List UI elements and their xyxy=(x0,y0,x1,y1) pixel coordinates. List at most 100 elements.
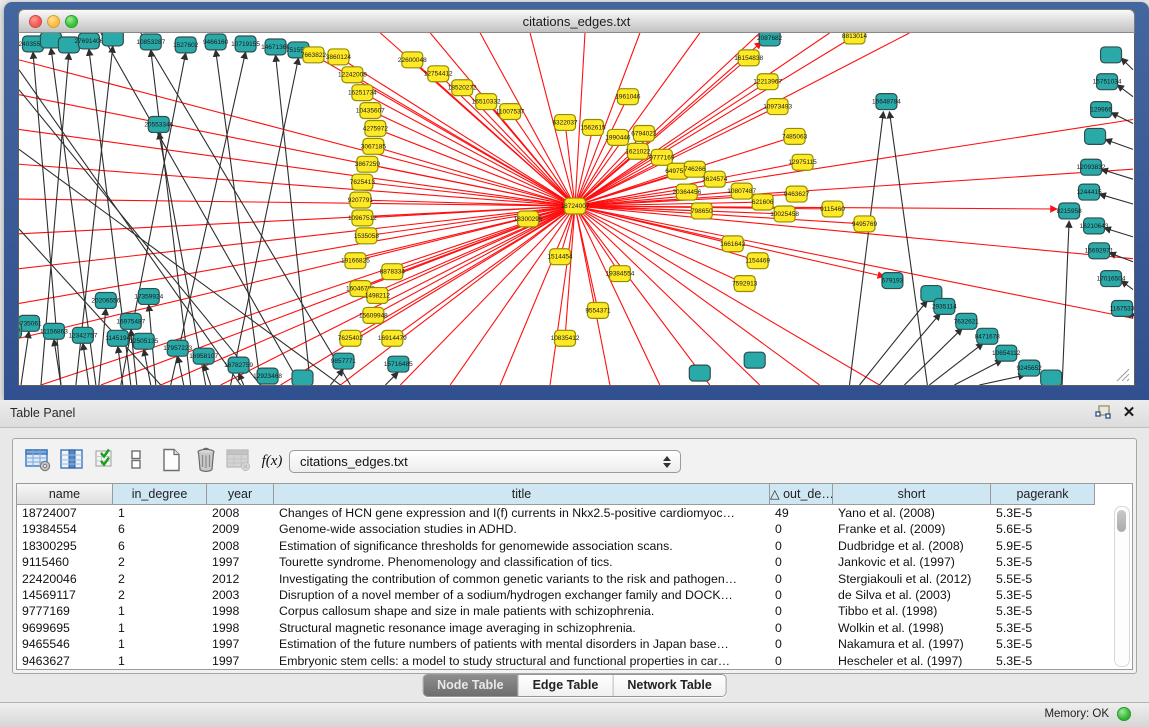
graph-node[interactable]: 20553346 xyxy=(144,117,173,133)
column-visibility-button[interactable] xyxy=(57,446,87,476)
graph-node[interactable]: 19166825 xyxy=(341,253,370,269)
table-settings-button[interactable] xyxy=(23,446,53,476)
graph-node[interactable]: 18300295 xyxy=(514,211,543,227)
graph-node[interactable]: 12975115 xyxy=(788,154,817,170)
graph-node[interactable]: 10973493 xyxy=(763,99,792,115)
graph-node[interactable]: 10025458 xyxy=(770,206,799,222)
graph-node[interactable]: 16510332 xyxy=(472,94,501,110)
graph-node[interactable]: 16782759 xyxy=(224,357,253,373)
graph-node[interactable]: 6322037 xyxy=(552,115,578,131)
table-row[interactable]: 1830029562008Estimation of significance … xyxy=(17,538,1132,554)
graph-node[interactable]: 18520272 xyxy=(448,80,477,96)
graph-node[interactable]: 17957223 xyxy=(163,340,192,356)
graph-node[interactable]: 1990446 xyxy=(605,129,631,145)
graph-node[interactable]: 3860124 xyxy=(326,49,352,65)
graph-node[interactable]: 7632621 xyxy=(954,313,980,329)
graph-node[interactable]: 10654112 xyxy=(992,345,1021,361)
graph-node[interactable] xyxy=(744,352,765,368)
graph-node[interactable]: 16648784 xyxy=(872,94,901,110)
graph-node[interactable]: 3067185 xyxy=(361,138,387,154)
graph-node[interactable]: 27691406 xyxy=(74,33,103,49)
graph-node[interactable]: 1735061 xyxy=(19,315,42,331)
graph-node[interactable]: 798650 xyxy=(691,203,713,219)
float-panel-button[interactable] xyxy=(1093,404,1113,422)
graph-node[interactable]: 12093832 xyxy=(1077,159,1106,175)
graph-node[interactable]: 8471678 xyxy=(975,328,1001,344)
graph-node[interactable]: 1145194 xyxy=(105,330,130,346)
graph-node[interactable]: 10435607 xyxy=(356,103,385,119)
graph-node[interactable]: 10853287 xyxy=(136,34,165,50)
column-header-year[interactable]: year xyxy=(207,484,274,505)
graph-node[interactable]: 7485063 xyxy=(782,128,808,144)
graph-node[interactable]: 15692971 xyxy=(1085,243,1114,259)
graph-node[interactable]: 6794023 xyxy=(631,125,657,141)
graph-node[interactable]: 621606 xyxy=(752,194,774,210)
graph-node[interactable]: 15716485 xyxy=(384,356,413,372)
graph-node[interactable]: 10967512 xyxy=(348,210,377,226)
graph-node[interactable]: 20206556 xyxy=(91,293,120,309)
graph-node[interactable]: 3867259 xyxy=(355,156,381,172)
table-row[interactable]: 2242004622012Investigating the contribut… xyxy=(17,571,1132,587)
graph-node[interactable]: 9207791 xyxy=(348,192,374,208)
column-header-short[interactable]: short xyxy=(833,484,991,505)
graph-node[interactable]: 9463627 xyxy=(784,186,810,202)
function-builder-button[interactable]: f(x) xyxy=(257,446,287,476)
delete-table-disabled-button[interactable] xyxy=(223,446,253,476)
graph-node[interactable]: 1167533 xyxy=(1110,300,1134,316)
window-titlebar[interactable]: citations_edges.txt xyxy=(18,9,1135,33)
graph-node[interactable]: 20364456 xyxy=(672,184,701,200)
graph-node[interactable]: 1535058 xyxy=(354,228,380,244)
network-canvas[interactable]: 2403557227691406108532871527602946616010… xyxy=(18,33,1135,386)
graph-node[interactable]: 16975487 xyxy=(116,313,145,329)
graph-node[interactable]: 746266 xyxy=(684,161,706,177)
graph-node[interactable] xyxy=(1041,370,1062,385)
rows-button[interactable] xyxy=(121,446,151,476)
table-row[interactable]: 946554611997Estimation of the future num… xyxy=(17,636,1132,652)
tab-network-table[interactable]: Network Table xyxy=(612,675,726,696)
graph-node[interactable]: 1527602 xyxy=(173,37,199,53)
graph-node[interactable]: 8215958 xyxy=(1056,203,1082,219)
graph-node[interactable]: 12505135 xyxy=(129,333,158,349)
graph-hub-node[interactable]: 18724007 xyxy=(561,198,590,214)
graph-node[interactable] xyxy=(1085,128,1106,144)
graph-node[interactable]: 1244415 xyxy=(1076,184,1102,200)
graph-node[interactable]: 22600048 xyxy=(398,52,427,68)
canvas-resize-grip[interactable] xyxy=(1117,369,1129,381)
graph-node[interactable] xyxy=(292,370,313,385)
tab-node-table[interactable]: Node Table xyxy=(423,675,517,696)
graph-node[interactable]: 1498212 xyxy=(365,288,391,304)
table-row[interactable]: 1938455462009Genome-wide association stu… xyxy=(17,521,1132,537)
graph-node[interactable]: 16914479 xyxy=(378,330,407,346)
graph-node[interactable]: 12923468 xyxy=(253,368,282,384)
column-header-name[interactable]: name xyxy=(17,484,113,505)
graph-node[interactable]: 9554371 xyxy=(585,302,611,318)
graph-node[interactable]: 17359924 xyxy=(134,289,163,305)
graph-node[interactable]: 10719155 xyxy=(231,36,260,52)
graph-node[interactable]: 9245652 xyxy=(1017,360,1043,376)
graph-node[interactable]: 1961046 xyxy=(615,89,641,105)
delete-button[interactable] xyxy=(191,446,221,476)
column-header-pagerank[interactable]: pagerank xyxy=(991,484,1095,505)
graph-node[interactable]: 9466160 xyxy=(203,34,229,50)
graph-node[interactable]: 15609948 xyxy=(359,307,388,323)
graph-node[interactable]: 9857771 xyxy=(331,353,357,369)
citation-network-graph[interactable]: 2403557227691406108532871527602946616010… xyxy=(19,33,1134,385)
new-column-button[interactable] xyxy=(157,446,187,476)
table-row[interactable]: 977716911998Corpus callosum shape and si… xyxy=(17,603,1132,619)
graph-node[interactable]: 12242008 xyxy=(338,67,367,83)
graph-node[interactable]: 1514454 xyxy=(547,249,573,265)
graph-node[interactable] xyxy=(102,33,123,46)
graph-node[interactable]: 7663822 xyxy=(301,47,327,63)
graph-node[interactable]: 11156863 xyxy=(40,323,68,339)
graph-node[interactable]: 129966 xyxy=(1090,102,1112,118)
graph-node[interactable]: 7625413 xyxy=(350,174,376,190)
graph-node[interactable]: 9495769 xyxy=(852,216,878,232)
graph-node[interactable]: 9115460 xyxy=(820,201,845,217)
graph-node[interactable] xyxy=(689,365,710,381)
graph-node[interactable]: 16210643 xyxy=(1080,218,1109,234)
graph-node[interactable]: 12213967 xyxy=(753,74,782,90)
graph-node[interactable]: 15751034 xyxy=(1093,74,1122,90)
graph-node[interactable]: 2087682 xyxy=(757,33,783,46)
graph-node[interactable] xyxy=(1101,47,1122,63)
graph-node[interactable]: 4275972 xyxy=(363,121,389,137)
